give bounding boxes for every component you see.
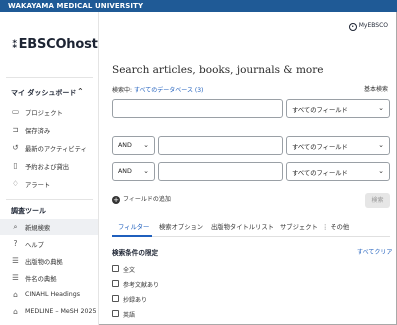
field-select-value: すべてのフィールド <box>292 107 348 114</box>
limits-heading: 検索条件の限定 <box>112 249 159 257</box>
boolean-operator-select[interactable]: AND ⌄ <box>112 162 155 181</box>
field-select[interactable]: すべてのフィールド ⌄ <box>286 162 390 181</box>
list-icon: ☰ <box>12 273 19 282</box>
plus-icon: + <box>112 196 120 204</box>
chevron-up-icon: ⌃ <box>77 87 84 96</box>
research-tools-heading: 調査ツール <box>11 207 46 215</box>
search-scope-label: 検索中: <box>112 87 133 94</box>
chevron-down-icon: ⌄ <box>378 167 384 175</box>
ebsco-logo-mark-icon: ⁑ <box>12 38 18 51</box>
sidebar-item-label: アラート <box>25 182 51 189</box>
database-selector-link[interactable]: すべてのデータベース (3) <box>134 87 203 94</box>
boolean-operator-select[interactable]: AND ⌄ <box>112 136 155 155</box>
tab-publication-list[interactable]: 出版物タイトルリスト <box>211 222 274 231</box>
checkbox-label: 参考文献あり <box>123 282 160 289</box>
search-icon: ⌕ <box>13 222 18 231</box>
sidebar-item-label: MEDLINE – MeSH 2025 <box>25 308 97 315</box>
sidebar-item-alerts[interactable]: ♢ アラート <box>0 176 98 192</box>
folder-icon: ▭ <box>11 107 20 116</box>
bell-icon: ♢ <box>12 179 19 188</box>
search-input[interactable] <box>158 162 283 181</box>
more-vertical-icon: ⋮ <box>322 224 329 231</box>
checkbox[interactable] <box>112 280 119 287</box>
sidebar-item-subject-authority[interactable]: ☰ 件名の典拠 <box>0 270 98 286</box>
main-content: • MyEBSCO Search articles, books, journal… <box>99 12 396 325</box>
chevron-down-icon: ⌄ <box>143 167 149 175</box>
checkbox-label: 抄録あり <box>123 297 148 304</box>
sidebar-divider <box>6 77 93 78</box>
book-icon: ▯ <box>13 161 18 170</box>
institution-icon: ⌂ <box>13 290 18 299</box>
search-input[interactable] <box>158 136 283 155</box>
user-icon: • <box>348 23 357 31</box>
search-input[interactable] <box>112 99 283 118</box>
sidebar-item-label: 出版物の典拠 <box>25 259 63 266</box>
logo-text: EBSCOhost <box>18 37 98 52</box>
sidebar-item-label: プロジェクト <box>25 110 63 117</box>
tab-subjects[interactable]: サブジェクト <box>280 222 318 231</box>
operator-value: AND <box>118 142 132 149</box>
help-icon: ? <box>13 239 18 248</box>
checkbox[interactable] <box>112 295 119 302</box>
sidebar-item-label: 保存済み <box>25 128 51 135</box>
operator-value: AND <box>118 168 132 175</box>
myebsco-account-link[interactable]: • MyEBSCO <box>348 22 388 31</box>
tab-search-options[interactable]: 検索オプション <box>159 222 203 231</box>
sidebar-item-label: 新規検索 <box>25 225 51 232</box>
add-field-button[interactable]: + フィールドの追加 <box>112 194 171 204</box>
tab-more[interactable]: ⋮ その他 <box>322 222 349 231</box>
institution-icon: ⌂ <box>13 307 18 316</box>
search-button[interactable]: 検索 <box>365 193 390 208</box>
search-tabs: フィルター 検索オプション 出版物タイトルリスト サブジェクト ⋮ その他 <box>112 219 390 237</box>
field-select[interactable]: すべてのフィールド ⌄ <box>286 99 390 118</box>
sidebar-divider <box>6 199 93 200</box>
sidebar-item-label: 件名の典拠 <box>25 276 57 283</box>
chevron-down-icon: ⌄ <box>378 104 384 112</box>
ebscohost-logo[interactable]: ⁑EBSCOhost <box>12 37 98 52</box>
dashboard-heading: マイ ダッシュボード <box>11 89 77 97</box>
sidebar-item-label: 予約および貸出 <box>25 164 70 171</box>
chevron-down-icon: ⌄ <box>378 141 384 149</box>
sidebar-section-dashboard[interactable]: マイ ダッシュボード ⌃ <box>11 87 84 98</box>
sidebar-item-label: CINAHL Headings <box>25 291 80 298</box>
add-field-label: フィールドの追加 <box>123 196 171 203</box>
institution-name: WAKAYAMA MEDICAL UNIVERSITY <box>8 2 144 10</box>
field-select-value: すべてのフィールド <box>292 170 348 177</box>
sidebar-item-publication-authority[interactable]: ☰ 出版物の典拠 <box>0 253 98 269</box>
institution-banner: WAKAYAMA MEDICAL UNIVERSITY <box>0 0 397 12</box>
tab-more-label: その他 <box>330 224 350 231</box>
checkbox[interactable] <box>112 310 119 317</box>
sidebar-item-recent-activity[interactable]: ↺ 最新のアクティビティ <box>0 140 98 156</box>
sidebar-item-saved[interactable]: ⊐ 保存済み <box>0 122 98 138</box>
tab-filters[interactable]: フィルター <box>118 222 149 231</box>
sidebar-item-mesh[interactable]: ⌂ MEDLINE – MeSH 2025 <box>0 304 98 320</box>
active-tab-indicator <box>112 235 152 237</box>
checkbox-label: 全文 <box>123 267 136 274</box>
page-title: Search articles, books, journals & more <box>112 64 324 76</box>
sidebar-section-research-tools: 調査ツール <box>11 206 46 216</box>
chevron-down-icon: ⌄ <box>143 141 149 149</box>
sidebar: ⁑EBSCOhost マイ ダッシュボード ⌃ ▭ プロジェクト ⊐ 保存済み … <box>0 12 99 325</box>
sidebar-item-new-search[interactable]: ⌕ 新規検索 <box>0 219 98 235</box>
checkbox-label: 英語 <box>123 312 136 319</box>
bookmark-icon: ⊐ <box>12 125 19 134</box>
account-label: MyEBSCO <box>358 22 388 29</box>
sidebar-item-label: 最新のアクティビティ <box>25 146 87 153</box>
sidebar-item-help[interactable]: ? ヘルプ <box>0 236 98 252</box>
search-scope: 検索中: すべてのデータベース (3) <box>112 85 203 94</box>
sidebar-item-holds-loans[interactable]: ▯ 予約および貸出 <box>0 158 98 174</box>
sidebar-item-cinahl-headings[interactable]: ⌂ CINAHL Headings <box>0 287 98 303</box>
clear-all-link[interactable]: すべてクリア <box>357 247 392 256</box>
list-icon: ☰ <box>12 256 19 265</box>
basic-search-link[interactable]: 基本検索 <box>364 84 388 93</box>
checkbox[interactable] <box>112 265 119 272</box>
field-select[interactable]: すべてのフィールド ⌄ <box>286 136 390 155</box>
sidebar-item-label: ヘルプ <box>25 242 44 249</box>
history-icon: ↺ <box>12 143 19 152</box>
field-select-value: すべてのフィールド <box>292 144 348 151</box>
sidebar-item-projects[interactable]: ▭ プロジェクト <box>0 104 98 120</box>
